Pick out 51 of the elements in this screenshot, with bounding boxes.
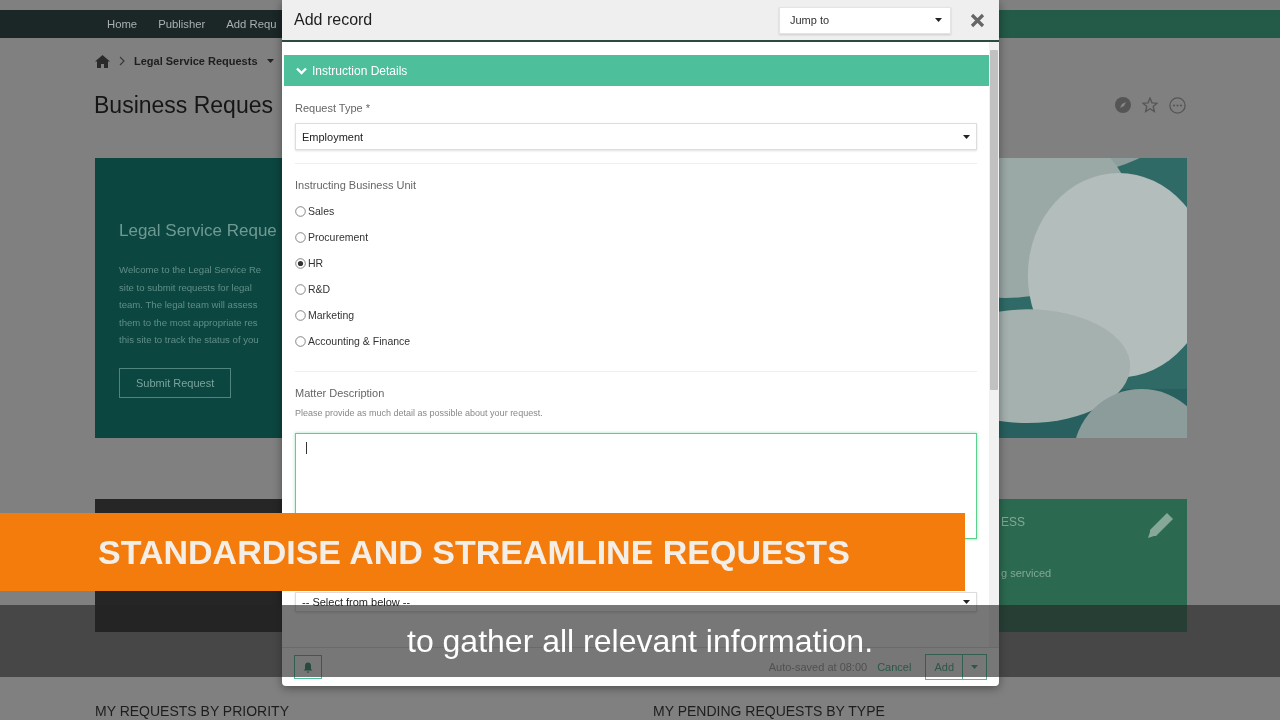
select-field[interactable]: Employment [295, 123, 977, 150]
hero-description: Welcome to the Legal Service Re site to submit requests for legal team. The legal team will assess them to the most appropriate res this site to track the status of you [119, 263, 262, 347]
modal-title: Add record [294, 11, 374, 29]
radio-button[interactable] [295, 257, 306, 269]
chevron-down-icon [296, 66, 307, 75]
close-icon[interactable] [970, 12, 985, 28]
radio-button[interactable] [295, 283, 306, 295]
section-heading: MY PENDING REQUESTS BY TYPE [653, 703, 885, 719]
field-label: Matter Description [295, 387, 386, 399]
hero-title: Legal Service Reque [119, 221, 277, 241]
submit-request-button[interactable]: Submit Request [119, 367, 232, 398]
field-label: Instructing Business Unit [295, 179, 418, 191]
radio-label: Marketing [308, 309, 355, 321]
caret-down-icon [971, 665, 978, 669]
dropdown-label: Jump to [790, 14, 830, 26]
field-label: Request Type * [295, 102, 371, 114]
nav-link[interactable]: Publisher [158, 18, 206, 30]
card-text: g serviced [1001, 567, 1053, 579]
section-heading: MY REQUESTS BY PRIORITY [95, 703, 290, 719]
select-value: Employment [302, 130, 364, 143]
radio-label: Procurement [308, 231, 369, 243]
radio-button[interactable] [295, 231, 306, 243]
bell-icon [303, 661, 313, 673]
page-title: Business Reques [94, 91, 273, 119]
notification-button[interactable] [294, 655, 322, 679]
select-value: -- Select from below -- [302, 596, 411, 608]
card-title: ESS [1001, 515, 1026, 529]
radio-button[interactable] [295, 205, 306, 217]
star-icon[interactable] [1142, 97, 1158, 113]
jump-to-dropdown[interactable]: Jump to [779, 6, 951, 34]
radio-label: HR [308, 257, 324, 269]
breadcrumb-link[interactable]: Legal Service Requests [134, 55, 258, 67]
radio-label: Sales [308, 205, 335, 217]
compass-icon[interactable] [1115, 97, 1131, 113]
radio-button[interactable] [295, 309, 306, 321]
caret-down-icon [963, 134, 970, 139]
caret-down-icon [935, 18, 942, 22]
home-icon[interactable] [95, 54, 110, 68]
chevron-right-icon [119, 56, 125, 66]
field-hint: Please provide as much detail as possible about your request. [295, 408, 544, 418]
banner-text: STANDARDISE AND STREAMLINE REQUESTS [98, 532, 850, 572]
radio-label: R&D [308, 283, 331, 295]
pencil-icon[interactable] [1145, 511, 1175, 541]
nav-link[interactable]: Home [107, 18, 138, 30]
more-options-icon[interactable] [1169, 96, 1186, 114]
caret-down-icon[interactable] [266, 59, 274, 63]
select-field[interactable]: -- Select from below -- [295, 592, 977, 612]
nav-link[interactable]: Add Requ [226, 18, 277, 30]
caption-text: to gather all relevant information. [407, 622, 873, 660]
radio-button[interactable] [295, 335, 306, 347]
radio-label: Accounting & Finance [308, 335, 411, 347]
